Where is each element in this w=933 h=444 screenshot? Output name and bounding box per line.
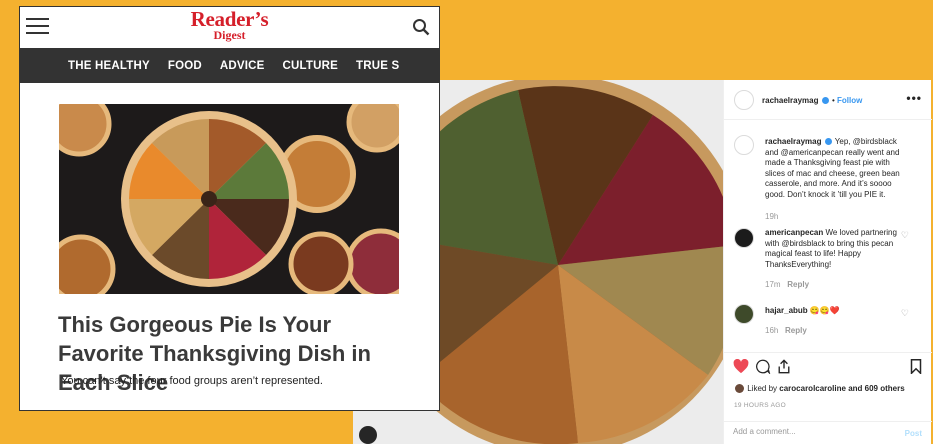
comment-1-time: 17m [765, 280, 781, 289]
verified-badge-icon [824, 138, 832, 146]
verified-badge-icon [821, 97, 829, 105]
post-actions [724, 352, 932, 378]
caption-avatar[interactable] [734, 135, 754, 155]
like-heart-icon[interactable] [733, 359, 749, 374]
rachaelraymag-avatar[interactable] [734, 90, 754, 110]
comment-1-meta: 17m Reply [765, 280, 809, 289]
search-icon[interactable] [412, 18, 430, 36]
rd-category-nav: THE HEALTHY FOOD ADVICE CULTURE TRUE S [20, 48, 439, 83]
comment-1: americanpecan We loved partnering with @… [765, 228, 905, 270]
more-options-icon[interactable]: ••• [906, 91, 922, 105]
nav-item-the-healthy[interactable]: THE HEALTHY [68, 60, 150, 72]
share-icon[interactable] [777, 359, 791, 374]
likes-suffix[interactable]: and 609 others [848, 384, 904, 393]
liker-avatar[interactable] [735, 384, 744, 394]
caption-time: 19h [765, 212, 779, 221]
caption: rachaelraymag Yep, @birdsblack and @amer… [765, 137, 905, 200]
nav-item-food[interactable]: FOOD [168, 60, 202, 72]
americanpecan-avatar[interactable] [734, 228, 754, 248]
comment-2-meta: 16h Reply [765, 326, 807, 335]
add-comment-input[interactable] [733, 427, 883, 436]
nav-item-advice[interactable]: ADVICE [220, 60, 265, 72]
rd-top-bar: Reader’s Digest [20, 7, 439, 48]
comment-2: hajar_abub 😋😋❤️ [765, 306, 905, 317]
comment-icon[interactable] [755, 359, 771, 374]
comment-2-username[interactable]: hajar_abub [765, 306, 808, 315]
caption-text: Yep, @birdsblack and @americanpecan real… [765, 137, 900, 199]
article-dek: You can’t say the four food groups aren’… [61, 375, 323, 387]
readers-digest-logo[interactable]: Reader’s Digest [190, 7, 269, 42]
comment-2-time: 16h [765, 326, 779, 335]
comment-2-text: 😋😋❤️ [809, 306, 840, 315]
hajar-abub-avatar[interactable] [734, 304, 754, 324]
comment-like-heart-icon[interactable]: ♡ [901, 308, 909, 319]
likes-user[interactable]: carocarolcaroline [779, 384, 846, 393]
tagged-user-icon[interactable] [359, 426, 377, 444]
caption-username[interactable]: rachaelraymag [765, 137, 821, 146]
post-time-ago: 19 HOURS AGO [734, 402, 787, 409]
save-bookmark-icon[interactable] [910, 359, 922, 374]
logo-line1: Reader’s [190, 7, 269, 31]
likes-prefix: Liked by [747, 384, 778, 393]
post-comment-button[interactable]: Post [905, 429, 922, 438]
instagram-side-panel: rachaelraymag • Follow ••• rachaelraymag… [723, 80, 932, 444]
hamburger-menu-icon[interactable] [26, 18, 49, 34]
follow-button[interactable]: Follow [837, 96, 862, 105]
add-comment-row: Post [724, 421, 932, 444]
comment-2-reply-button[interactable]: Reply [785, 326, 807, 335]
comment-like-heart-icon[interactable]: ♡ [901, 230, 909, 241]
nav-item-true-stories[interactable]: TRUE S [356, 60, 399, 72]
readers-digest-article-card: Reader’s Digest THE HEALTHY FOOD ADVICE … [19, 6, 440, 411]
nav-item-culture[interactable]: CULTURE [283, 60, 339, 72]
post-header: rachaelraymag • Follow ••• [724, 80, 932, 120]
comment-1-reply-button[interactable]: Reply [787, 280, 809, 289]
likes-summary: Liked by carocarolcaroline and 609 other… [734, 384, 905, 394]
comment-1-username[interactable]: americanpecan [765, 228, 823, 237]
header-username[interactable]: rachaelraymag [762, 96, 818, 105]
pie-hero-image[interactable] [59, 104, 399, 294]
header-separator: • [831, 96, 835, 105]
